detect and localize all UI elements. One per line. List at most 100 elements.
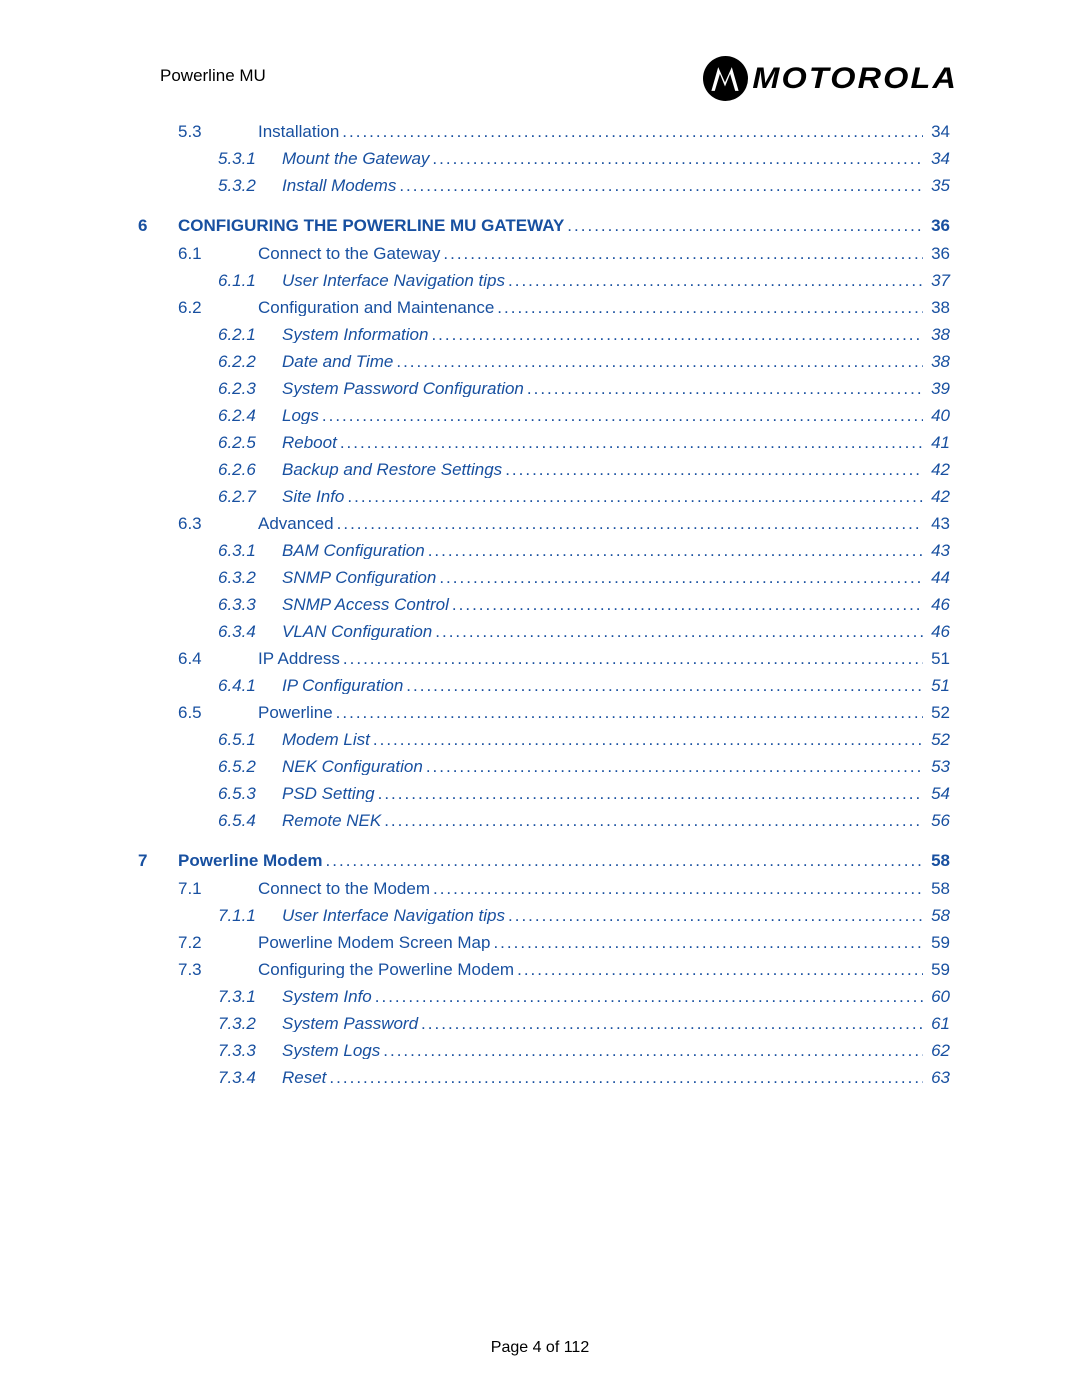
toc-entry-title: Logs (282, 407, 319, 424)
toc-entry-page: 34 (931, 123, 950, 140)
toc-entry[interactable]: 6.2.2Date and Time38 (138, 348, 950, 375)
toc-entry[interactable]: 6.3.4VLAN Configuration46 (138, 618, 950, 645)
toc-entry[interactable]: 6.2.7Site Info42 (138, 483, 950, 510)
toc-entry-title: System Password Configuration (282, 380, 524, 397)
toc-entry-page: 40 (931, 407, 950, 424)
toc-entry-page: 51 (931, 677, 950, 694)
toc-entry-number: 6.5.2 (218, 758, 282, 775)
toc-entry-title-col: Connect to the Gateway (258, 245, 925, 262)
toc-entry[interactable]: 6.5.1Modem List52 (138, 726, 950, 753)
toc-entry[interactable]: 7.3.2System Password61 (138, 1010, 950, 1037)
toc-entry-title-col: Powerline Modem (178, 852, 925, 869)
toc-entry-title-col: SNMP Access Control (282, 596, 925, 613)
toc-entry-title: Advanced (258, 515, 334, 532)
toc-entry[interactable]: 6.2.4Logs 40 (138, 402, 950, 429)
toc-entry[interactable]: 7.2Powerline Modem Screen Map59 (138, 929, 950, 956)
toc-entry[interactable]: 6.3Advanced43 (138, 510, 950, 537)
toc-leader-dots (347, 488, 923, 505)
toc-entry[interactable]: 6.3.1BAM Configuration43 (138, 537, 950, 564)
toc-entry-number: 5.3.1 (218, 150, 282, 167)
toc-entry-page: 46 (931, 623, 950, 640)
toc-entry[interactable]: 6.3.3SNMP Access Control46 (138, 591, 950, 618)
toc-entry[interactable]: 7.3.1System Info60 (138, 983, 950, 1010)
toc-entry-number: 7.3 (178, 961, 258, 978)
toc-leader-dots (383, 1042, 923, 1059)
toc-entry-number: 6.2.3 (218, 380, 282, 397)
motorola-wordmark: MOTOROLA (752, 62, 958, 96)
toc-entry[interactable]: 6.1Connect to the Gateway36 (138, 240, 950, 267)
toc-leader-dots (336, 704, 923, 721)
toc-entry-number: 6.4.1 (218, 677, 282, 694)
toc-entry-page: 43 (931, 542, 950, 559)
toc-entry-title: Mount the Gateway (282, 150, 429, 167)
toc-leader-dots (343, 650, 923, 667)
toc-entry-title: BAM Configuration (282, 542, 425, 559)
toc-leader-dots (435, 623, 923, 640)
toc-entry-title-col: Configuration and Maintenance (258, 299, 925, 316)
toc-entry-title: System Information (282, 326, 428, 343)
toc-entry[interactable]: 7.1Connect to the Modem58 (138, 875, 950, 902)
toc-entry[interactable]: 6.4IP Address51 (138, 645, 950, 672)
toc-entry[interactable]: 5.3.1Mount the Gateway34 (138, 145, 950, 172)
toc-leader-dots (340, 434, 923, 451)
toc-leader-dots (399, 177, 923, 194)
toc-entry-page: 35 (931, 177, 950, 194)
toc-entry-title-col: BAM Configuration (282, 542, 925, 559)
toc-entry-title-col: Backup and Restore Settings (282, 461, 925, 478)
toc-entry-page: 38 (931, 299, 950, 316)
toc-entry-title: Connect to the Modem (258, 880, 430, 897)
toc-entry-title-col: User Interface Navigation tips (282, 907, 925, 924)
toc-entry-number: 7.2 (178, 934, 258, 951)
toc-entry[interactable]: 5.3Installation34 (138, 118, 950, 145)
toc-entry-page: 63 (931, 1069, 950, 1086)
toc-entry-title-col: Powerline Modem Screen Map (258, 934, 925, 951)
toc-entry[interactable]: 6.2.3System Password Configuration39 (138, 375, 950, 402)
toc-entry-page: 59 (931, 961, 950, 978)
toc-entry[interactable]: 6.2.5Reboot41 (138, 429, 950, 456)
toc-leader-dots (505, 461, 923, 478)
toc-entry[interactable]: 6.5.3PSD Setting54 (138, 780, 950, 807)
toc-entry-title-col: VLAN Configuration (282, 623, 925, 640)
toc-entry[interactable]: 6.5.2NEK Configuration53 (138, 753, 950, 780)
toc-entry-number: 6.2.2 (218, 353, 282, 370)
toc-entry[interactable]: 5.3.2Install Modems35 (138, 172, 950, 199)
toc-entry-title-col: Site Info (282, 488, 925, 505)
toc-entry[interactable]: 6.2.6Backup and Restore Settings42 (138, 456, 950, 483)
toc-entry-title-col: System Information (282, 326, 925, 343)
toc-entry-title-col: Installation (258, 123, 925, 140)
toc-entry-title: PSD Setting (282, 785, 375, 802)
toc-entry-title-col: IP Address (258, 650, 925, 667)
toc-entry-title-col: Install Modems (282, 177, 925, 194)
toc-entry-title: Configuring the Powerline Modem (258, 961, 514, 978)
toc-entry-page: 38 (931, 326, 950, 343)
toc-entry[interactable]: 6CONFIGURING THE POWERLINE MU GATEWAY36 (138, 199, 950, 240)
toc-entry[interactable]: 6.4.1IP Configuration51 (138, 672, 950, 699)
toc-leader-dots (384, 812, 923, 829)
toc-leader-dots (452, 596, 923, 613)
toc-entry-title: Site Info (282, 488, 344, 505)
toc-entry[interactable]: 7.1.1User Interface Navigation tips58 (138, 902, 950, 929)
toc-entry-page: 58 (931, 852, 950, 869)
page-header: Powerline MU MOTOROLA (160, 56, 950, 112)
toc-entry[interactable]: 6.1.1User Interface Navigation tips37 (138, 267, 950, 294)
toc-entry[interactable]: 6.2.1System Information38 (138, 321, 950, 348)
toc-entry[interactable]: 6.5.4Remote NEK56 (138, 807, 950, 834)
toc-leader-dots (396, 353, 923, 370)
toc-entry[interactable]: 7.3Configuring the Powerline Modem 59 (138, 956, 950, 983)
toc-leader-dots (517, 961, 923, 978)
toc-entry[interactable]: 6.2Configuration and Maintenance38 (138, 294, 950, 321)
toc-entry-title: Connect to the Gateway (258, 245, 440, 262)
toc-entry-page: 54 (931, 785, 950, 802)
toc-entry-title-col: Modem List (282, 731, 925, 748)
toc-entry-title: NEK Configuration (282, 758, 423, 775)
toc-entry-title-col: PSD Setting (282, 785, 925, 802)
toc-entry[interactable]: 7.3.4Reset63 (138, 1064, 950, 1091)
table-of-contents: 5.3Installation345.3.1Mount the Gateway3… (138, 118, 950, 1091)
toc-entry-title: Backup and Restore Settings (282, 461, 502, 478)
toc-entry[interactable]: 6.3.2SNMP Configuration44 (138, 564, 950, 591)
toc-entry-title: System Logs (282, 1042, 380, 1059)
toc-entry[interactable]: 6.5Powerline52 (138, 699, 950, 726)
toc-entry[interactable]: 7Powerline Modem58 (138, 834, 950, 875)
toc-entry-number: 6.2.4 (218, 407, 282, 424)
toc-entry[interactable]: 7.3.3System Logs62 (138, 1037, 950, 1064)
